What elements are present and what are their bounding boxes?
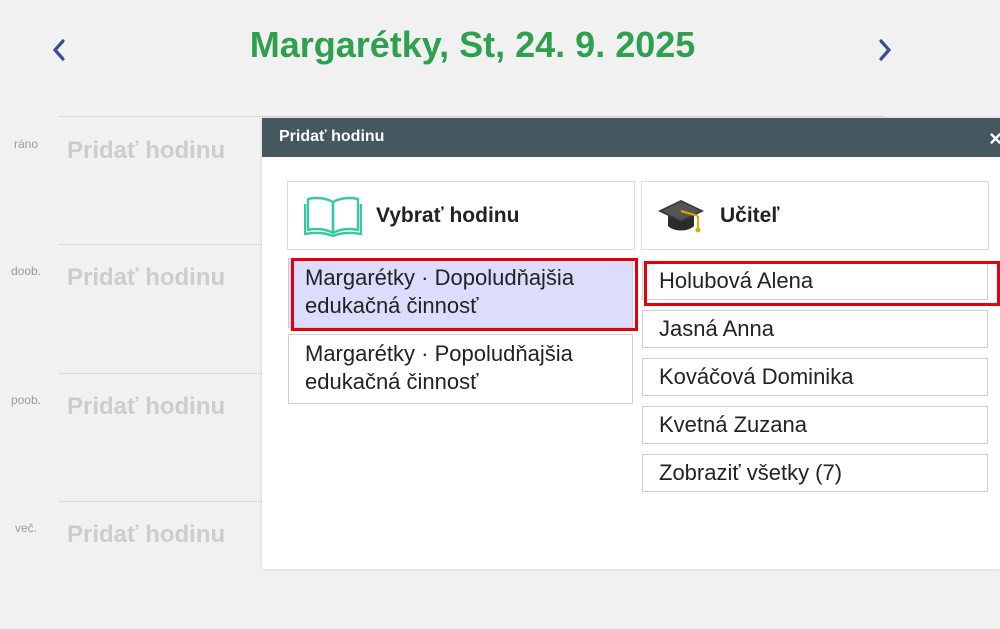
show-all-teachers-button[interactable]: Zobraziť všetky (7) — [642, 454, 988, 492]
time-slot-morning: ráno Pridať hodinu — [0, 117, 262, 245]
teacher-header-label: Učiteľ — [720, 203, 780, 227]
slot-divider — [58, 501, 262, 502]
teacher-option[interactable]: Holubová Alena — [642, 262, 988, 300]
lesson-class-name: Margarétky — [305, 341, 416, 366]
lesson-separator: · — [421, 341, 429, 366]
teacher-option[interactable]: Kováčová Dominika — [642, 358, 988, 396]
chevron-right-icon — [879, 39, 891, 61]
close-icon[interactable]: × — [989, 126, 1000, 152]
lesson-separator: · — [421, 265, 429, 290]
slot-label: ráno — [13, 137, 39, 151]
slot-label: več. — [14, 521, 37, 535]
time-slot-afternoon: poob. Pridať hodinu — [0, 373, 262, 501]
slot-divider — [58, 373, 262, 374]
select-lesson-header: Vybrať hodinu — [287, 181, 635, 250]
dialog-header: Pridať hodinu × — [262, 118, 1000, 157]
teacher-header: Učiteľ — [641, 181, 989, 250]
lesson-class-name: Margarétky — [305, 265, 416, 290]
page-title: Margarétky, St, 24. 9. 2025 — [249, 24, 696, 65]
time-slot-evening: več. Pridať hodinu — [0, 501, 262, 629]
graduation-cap-icon — [658, 199, 704, 232]
lesson-option-morning-education[interactable]: Margarétky · Dopoludňajšia edukačná činn… — [288, 258, 633, 328]
slot-label: poob. — [10, 393, 42, 407]
dialog-title: Pridať hodinu — [279, 128, 385, 145]
add-lesson-link[interactable]: Pridať hodinu — [67, 264, 225, 292]
slot-divider — [58, 244, 262, 245]
slot-label: doob. — [10, 264, 42, 278]
book-icon — [304, 196, 362, 237]
add-lesson-link[interactable]: Pridať hodinu — [67, 393, 225, 421]
select-lesson-header-label: Vybrať hodinu — [376, 203, 520, 227]
time-slot-forenoon: doob. Pridať hodinu — [0, 244, 262, 372]
next-day-button[interactable] — [870, 30, 900, 70]
add-lesson-link[interactable]: Pridať hodinu — [67, 137, 225, 165]
teacher-option[interactable]: Kvetná Zuzana — [642, 406, 988, 444]
lesson-option-afternoon-education[interactable]: Margarétky · Popoludňajšia edukačná činn… — [288, 334, 633, 404]
add-lesson-dialog: Pridať hodinu × Vybrať hodinu Učiteľ Mar… — [262, 118, 1000, 569]
teacher-option[interactable]: Jasná Anna — [642, 310, 988, 348]
add-lesson-link[interactable]: Pridať hodinu — [67, 521, 225, 549]
